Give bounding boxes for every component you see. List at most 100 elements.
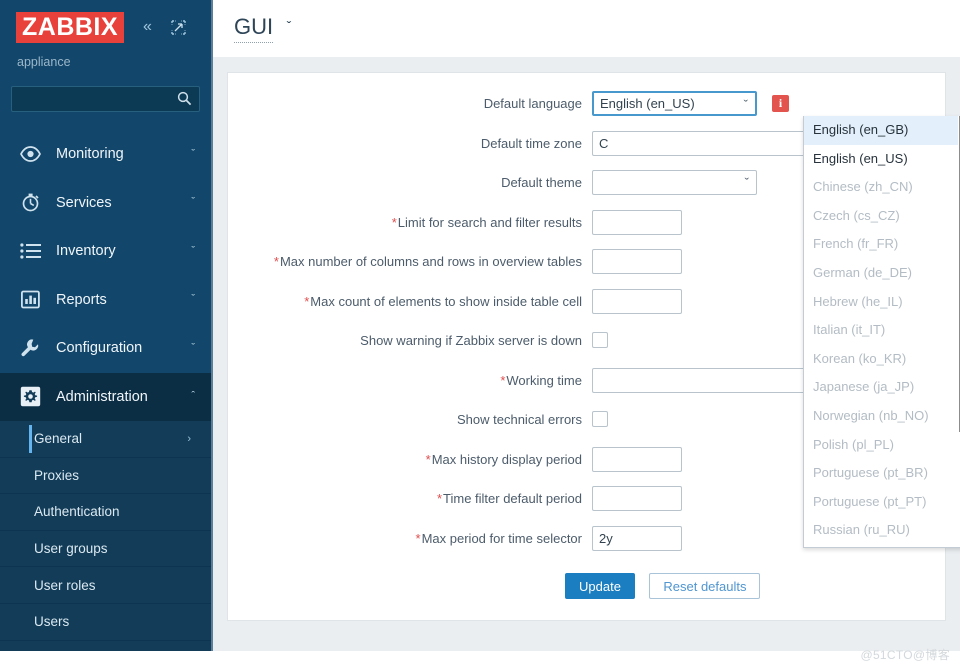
eye-icon <box>17 142 43 166</box>
sidebar-subitem-media-types[interactable]: Media types <box>0 640 211 651</box>
sidebar-subitem-authentication[interactable]: Authentication <box>0 494 211 531</box>
sidebar-item-label: Monitoring <box>56 146 124 163</box>
max-columns-rows-input[interactable] <box>592 249 682 274</box>
dropdown-option[interactable]: English (en_GB) <box>804 116 960 145</box>
main-content: GUI ˇ Default language English (en_US) ˇ… <box>211 0 960 651</box>
page-bottom-spacer <box>0 651 960 666</box>
field-label: *Max count of elements to show inside ta… <box>228 289 592 309</box>
dropdown-option: Korean (ko_KR) <box>813 350 907 366</box>
sidebar-subitem-label: Users <box>34 614 70 630</box>
max-elements-in-cell-input[interactable] <box>592 288 682 314</box>
sidebar-item-configuration[interactable]: Configuration ˇ <box>0 324 211 373</box>
field-control: English (en_US) ˇ i <box>592 91 789 116</box>
field-label: Default theme <box>501 175 582 190</box>
zabbix-logo[interactable]: ZABBIX <box>16 12 125 43</box>
required-marker: * <box>391 214 397 230</box>
dropdown-option: Russian (ru_RU) <box>813 522 910 538</box>
show-server-warning-checkbox[interactable] <box>592 332 608 348</box>
chevron-down-icon[interactable]: ˇ <box>745 175 749 190</box>
page-title[interactable]: GUI <box>234 14 274 43</box>
sidebar-item-reports[interactable]: Reports ˇ <box>0 276 211 325</box>
field-control <box>592 288 682 314</box>
dropdown-option: Polish (pl_PL) <box>813 436 894 452</box>
sidebar-subitem-user-groups[interactable]: User groups <box>0 530 211 568</box>
update-button[interactable]: Update <box>565 573 635 599</box>
required-marker: * <box>273 254 279 269</box>
wrench-icon <box>17 336 43 360</box>
language-info-icon[interactable]: i <box>772 95 789 112</box>
required-marker: * <box>304 293 310 309</box>
dropdown-option[interactable]: English (en_US) <box>804 145 960 174</box>
chevron-down-icon[interactable]: ˇ <box>744 97 748 112</box>
field-label: Default time zone <box>480 135 582 151</box>
field-label-text: Max number of columns and rows in overvi… <box>279 254 582 269</box>
sidebar-subitem-users[interactable]: Users <box>0 603 211 641</box>
field-control: 2y <box>592 525 682 551</box>
compact-view-icon[interactable] <box>171 20 186 35</box>
sidebar-item-administration[interactable]: Administration ˆ <box>0 372 211 421</box>
dropdown-option: French (fr_FR) <box>813 236 899 252</box>
sidebar-item-label: Configuration <box>56 340 143 357</box>
field-control <box>592 486 682 511</box>
sidebar-subitem-label: User roles <box>34 577 96 593</box>
field-label: *Working time <box>228 368 592 388</box>
field-label: Show warning if Zabbix server is down <box>360 333 582 348</box>
field-control <box>592 328 608 348</box>
max-period-time-selector-input[interactable]: 2y <box>592 525 682 551</box>
chevron-down-icon[interactable]: ˇ <box>191 294 195 305</box>
chevron-down-icon[interactable]: ˇ <box>191 148 195 160</box>
sidebar-item-inventory[interactable]: Inventory ˇ <box>0 227 211 276</box>
dropdown-option: Czech (cs_CZ) <box>813 207 900 223</box>
search-icon[interactable] <box>177 91 192 111</box>
field-label: *Max history display period <box>228 447 592 467</box>
time-filter-default-period-input[interactable] <box>592 486 682 511</box>
chevron-down-icon[interactable]: ˇ <box>191 342 195 354</box>
required-marker: * <box>500 372 506 388</box>
sidebar-subitem-proxies[interactable]: Proxies <box>0 457 211 495</box>
input-value: 2y <box>599 530 613 546</box>
sidebar-subitem-general[interactable]: General › <box>0 421 211 458</box>
dropdown-option: Chinese (zh_CN) <box>813 179 913 195</box>
chevron-down-icon[interactable]: ˇ <box>287 18 292 34</box>
select-value: English (en_US) <box>600 96 695 111</box>
dropdown-option: Portuguese (pt_PT) <box>813 493 927 509</box>
chevron-right-icon[interactable]: › <box>187 433 191 445</box>
field-control <box>592 407 608 427</box>
zabbix-gui-settings-page: ZABBIX « appliance Monitoring ˇ Services… <box>0 0 960 666</box>
sidebar-item-label: Services <box>56 194 112 211</box>
field-label-text: Max count of elements to show inside tab… <box>310 293 582 309</box>
field-control <box>592 446 682 472</box>
gear-icon <box>17 385 43 409</box>
field-label: Default language <box>483 96 582 111</box>
sidebar: ZABBIX « appliance Monitoring ˇ Services… <box>0 0 211 651</box>
sidebar-subitem-user-roles[interactable]: User roles <box>0 567 211 604</box>
sidebar-item-monitoring[interactable]: Monitoring ˇ <box>0 130 211 179</box>
reset-defaults-button[interactable]: Reset defaults <box>649 573 761 599</box>
chevron-down-icon[interactable]: ˇ <box>191 197 195 208</box>
search-input[interactable] <box>12 87 172 111</box>
page-header: GUI ˇ <box>213 0 960 57</box>
field-label-text: Max history display period <box>431 451 582 467</box>
dropdown-option: Norwegian (nb_NO) <box>813 407 929 423</box>
sidebar-nav: Monitoring ˇ Services ˇ Inventory ˇ Repo… <box>0 130 211 651</box>
chevron-up-icon[interactable]: ˆ <box>191 391 195 402</box>
show-technical-errors-checkbox[interactable] <box>592 411 608 427</box>
required-marker: * <box>425 451 431 467</box>
collapse-sidebar-icon[interactable]: « <box>143 19 152 35</box>
field-label-text: Working time <box>506 372 582 388</box>
field-label-text: Limit for search and filter results <box>397 214 582 230</box>
form-actions: Update Reset defaults <box>565 573 761 599</box>
language-dropdown-list[interactable]: English (en_GB) English (en_US) Chinese … <box>803 116 960 548</box>
max-history-period-input[interactable] <box>592 446 682 472</box>
default-language-select[interactable]: English (en_US) ˇ <box>592 91 757 116</box>
sidebar-subitem-label: General <box>34 431 83 447</box>
sidebar-search[interactable] <box>11 86 200 112</box>
field-label: *Max period for time selector <box>228 526 592 546</box>
dropdown-option: German (de_DE) <box>813 264 912 280</box>
sidebar-item-services[interactable]: Services ˇ <box>0 179 211 228</box>
search-limit-input[interactable] <box>592 209 682 235</box>
default-theme-select[interactable]: ˇ <box>592 170 757 195</box>
sidebar-item-label: Administration <box>56 388 148 405</box>
chevron-down-icon[interactable]: ˇ <box>191 245 195 257</box>
clock-icon <box>17 191 43 215</box>
